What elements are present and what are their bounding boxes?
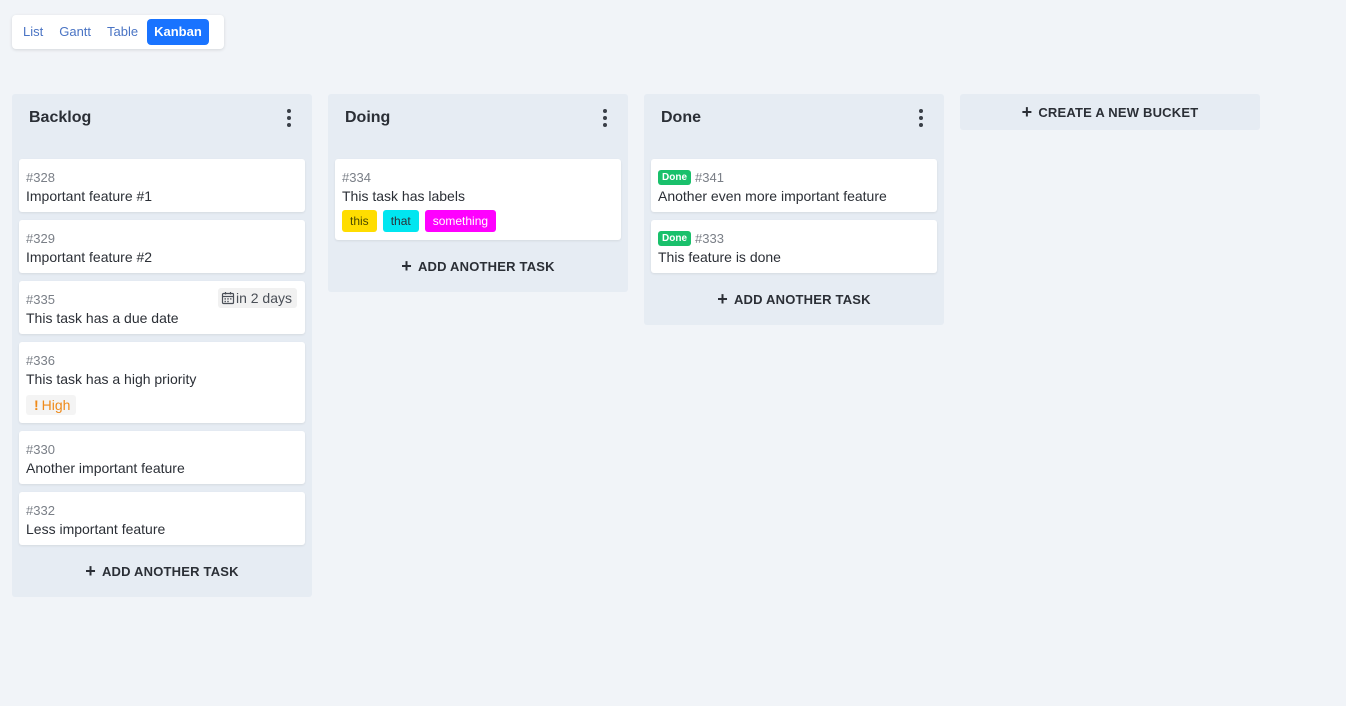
bucket-header: Backlog <box>19 94 305 142</box>
priority-label: High <box>41 397 71 413</box>
task-id: #336 <box>26 352 55 368</box>
task-list: Done #341 Another even more important fe… <box>651 142 937 273</box>
bucket-title: Done <box>661 109 701 126</box>
task-card[interactable]: #335 This task has a due date in 2 days <box>19 281 305 334</box>
bucket-title: Backlog <box>29 109 92 126</box>
plus-icon: + <box>85 561 96 581</box>
task-title: Another even more important feature <box>658 188 887 204</box>
add-task-label: ADD ANOTHER TASK <box>733 291 871 307</box>
label-tag: this <box>342 210 377 232</box>
task-title: Another important feature <box>26 460 185 476</box>
add-task-button[interactable]: + ADD ANOTHER TASK <box>19 545 305 597</box>
task-title: Important feature #2 <box>26 249 153 265</box>
task-list: #328 Important feature #1 #329 Important… <box>19 142 305 545</box>
view-kanban-button[interactable]: Kanban <box>147 19 209 45</box>
task-id: #332 <box>26 502 55 518</box>
exclamation-icon: ! <box>34 397 39 413</box>
priority-tag: ! High <box>26 395 77 415</box>
kebab-menu-icon[interactable] <box>915 105 927 131</box>
bucket-header: Doing <box>335 94 621 142</box>
kebab-menu-icon[interactable] <box>283 105 295 131</box>
view-list-button[interactable]: List <box>16 19 50 45</box>
task-title: This task has a due date <box>26 310 179 326</box>
done-badge: Done <box>658 169 691 185</box>
task-card[interactable]: #332 Less important feature <box>19 492 305 545</box>
create-bucket-label: CREATE A NEW BUCKET <box>1038 104 1199 120</box>
view-table-button[interactable]: Table <box>100 19 145 45</box>
add-task-label: ADD ANOTHER TASK <box>417 258 555 274</box>
task-card[interactable]: #329 Important feature #2 <box>19 220 305 273</box>
task-list: #334 This task has labels this that some… <box>335 142 621 240</box>
bucket-done: Done Done #341 Another even more importa… <box>644 94 944 325</box>
task-id: #334 <box>342 169 371 185</box>
add-task-button[interactable]: + ADD ANOTHER TASK <box>651 273 937 325</box>
add-task-label: ADD ANOTHER TASK <box>101 563 239 579</box>
bucket-header: Done <box>651 94 937 142</box>
task-card[interactable]: #330 Another important feature <box>19 431 305 484</box>
task-id: #341 <box>695 169 724 185</box>
label-list: this that something <box>342 210 614 232</box>
task-id: #329 <box>26 230 55 246</box>
task-title: This feature is done <box>658 249 781 265</box>
task-card[interactable]: #336 This task has a high priority ! Hig… <box>19 342 305 423</box>
due-date-badge: in 2 days <box>217 288 297 308</box>
done-badge: Done <box>658 230 691 246</box>
bucket-doing: Doing #334 This task has labels this tha… <box>328 94 628 292</box>
create-bucket-button[interactable]: + CREATE A NEW BUCKET <box>960 94 1260 130</box>
task-card[interactable]: #334 This task has labels this that some… <box>335 159 621 240</box>
task-title: Less important feature <box>26 521 166 537</box>
task-id: #335 <box>26 291 55 307</box>
task-id: #330 <box>26 441 55 457</box>
bucket-backlog: Backlog #328 Important feature #1 #329 I… <box>12 94 312 597</box>
task-id: #333 <box>695 230 724 246</box>
task-title: This task has a high priority <box>26 371 197 387</box>
task-card[interactable]: #328 Important feature #1 <box>19 159 305 212</box>
view-gantt-button[interactable]: Gantt <box>52 19 98 45</box>
task-title: This task has labels <box>342 188 465 204</box>
label-tag: something <box>424 210 497 232</box>
calendar-icon <box>221 292 235 305</box>
task-title: Important feature #1 <box>26 188 153 204</box>
task-card[interactable]: Done #333 This feature is done <box>651 220 937 273</box>
add-task-button[interactable]: + ADD ANOTHER TASK <box>335 240 621 292</box>
task-id: #328 <box>26 169 55 185</box>
plus-icon: + <box>401 256 412 276</box>
label-tag: that <box>382 210 419 232</box>
plus-icon: + <box>717 289 728 309</box>
view-switcher: List Gantt Table Kanban <box>12 15 224 49</box>
plus-icon: + <box>1021 102 1033 122</box>
bucket-title: Doing <box>345 109 391 126</box>
due-date-text: in 2 days <box>235 290 292 306</box>
kebab-menu-icon[interactable] <box>599 105 611 131</box>
task-card[interactable]: Done #341 Another even more important fe… <box>651 159 937 212</box>
